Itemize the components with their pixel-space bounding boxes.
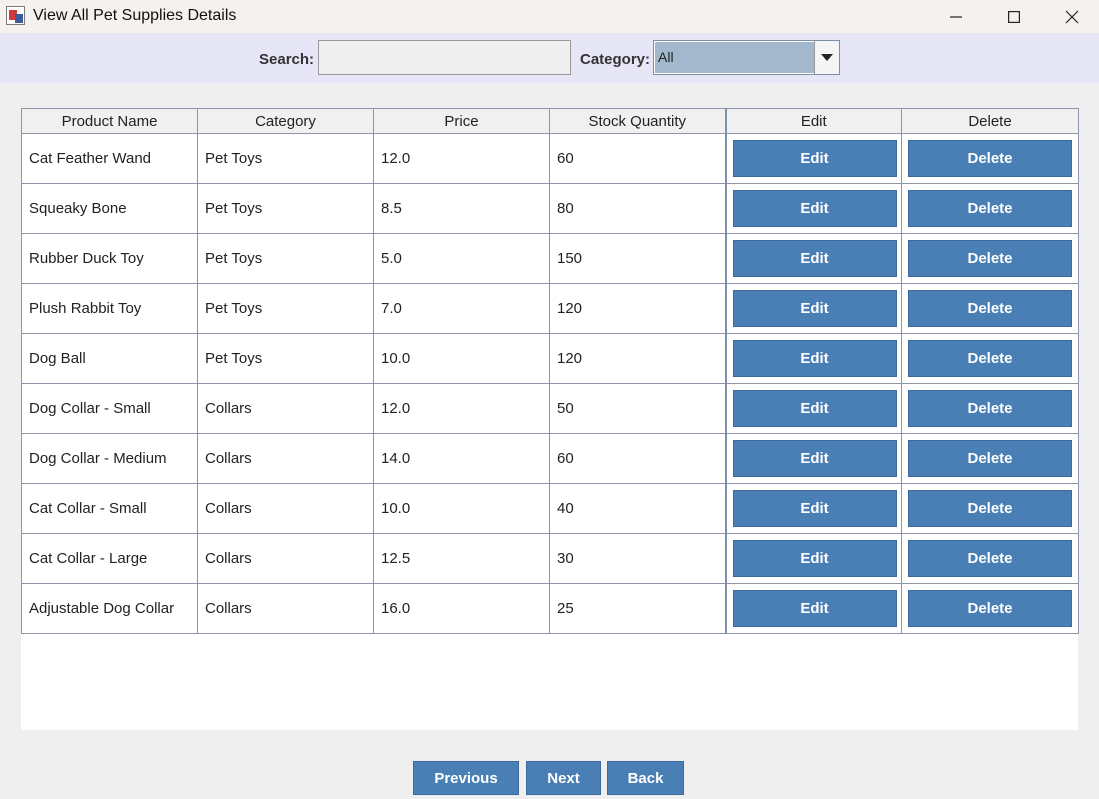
category-cell[interactable]: Collars: [197, 583, 374, 634]
delete-button[interactable]: Delete: [908, 290, 1072, 327]
edit-button[interactable]: Edit: [732, 340, 897, 377]
table-row[interactable]: Cat Collar - Small Collars 10.0 40 Edit …: [21, 483, 1079, 534]
stock-cell[interactable]: 25: [549, 583, 727, 634]
stock-cell[interactable]: 50: [549, 383, 727, 434]
product-name-cell[interactable]: Dog Ball: [21, 333, 198, 384]
delete-button[interactable]: Delete: [908, 590, 1072, 627]
maximize-icon: [1008, 10, 1020, 23]
title-bar: View All Pet Supplies Details: [0, 0, 1099, 33]
column-header-category[interactable]: Category: [197, 108, 374, 134]
stock-cell[interactable]: 40: [549, 483, 727, 534]
close-icon: [1065, 10, 1079, 23]
stock-cell[interactable]: 60: [549, 433, 727, 484]
category-cell[interactable]: Pet Toys: [197, 183, 374, 234]
table-row[interactable]: Dog Ball Pet Toys 10.0 120 Edit Delete: [21, 333, 1079, 384]
search-input[interactable]: [318, 40, 571, 75]
price-cell[interactable]: 10.0: [373, 333, 550, 384]
minimize-button[interactable]: [927, 0, 985, 33]
stock-cell[interactable]: 30: [549, 533, 727, 584]
table-row[interactable]: Cat Feather Wand Pet Toys 12.0 60 Edit D…: [21, 133, 1079, 184]
product-name-cell[interactable]: Rubber Duck Toy: [21, 233, 198, 284]
product-name-cell[interactable]: Plush Rabbit Toy: [21, 283, 198, 334]
table-row[interactable]: Cat Collar - Large Collars 12.5 30 Edit …: [21, 533, 1079, 584]
category-cell[interactable]: Pet Toys: [197, 133, 374, 184]
category-label: Category:: [580, 51, 651, 68]
table-row[interactable]: Rubber Duck Toy Pet Toys 5.0 150 Edit De…: [21, 233, 1079, 284]
minimize-icon: [950, 15, 962, 18]
edit-button[interactable]: Edit: [732, 290, 897, 327]
product-name-cell[interactable]: Cat Feather Wand: [21, 133, 198, 184]
stock-cell[interactable]: 120: [549, 283, 727, 334]
price-cell[interactable]: 12.0: [373, 383, 550, 434]
window-title: View All Pet Supplies Details: [33, 7, 237, 24]
table-row[interactable]: Dog Collar - Small Collars 12.0 50 Edit …: [21, 383, 1079, 434]
previous-button[interactable]: Previous: [413, 761, 519, 795]
delete-button[interactable]: Delete: [908, 390, 1072, 427]
close-button[interactable]: [1043, 0, 1099, 33]
product-name-cell[interactable]: Dog Collar - Small: [21, 383, 198, 434]
price-cell[interactable]: 8.5: [373, 183, 550, 234]
table-row[interactable]: Plush Rabbit Toy Pet Toys 7.0 120 Edit D…: [21, 283, 1079, 334]
stock-cell[interactable]: 120: [549, 333, 727, 384]
edit-button[interactable]: Edit: [732, 190, 897, 227]
price-cell[interactable]: 12.0: [373, 133, 550, 184]
product-name-cell[interactable]: Cat Collar - Small: [21, 483, 198, 534]
product-name-cell[interactable]: Dog Collar - Medium: [21, 433, 198, 484]
category-cell[interactable]: Collars: [197, 433, 374, 484]
app-icon: [6, 6, 25, 25]
delete-button[interactable]: Delete: [908, 440, 1072, 477]
category-cell[interactable]: Pet Toys: [197, 233, 374, 284]
category-select[interactable]: All: [653, 40, 840, 75]
search-toolbar: Search: Category: All: [0, 33, 1099, 83]
price-cell[interactable]: 5.0: [373, 233, 550, 284]
category-cell[interactable]: Pet Toys: [197, 283, 374, 334]
edit-button[interactable]: Edit: [732, 240, 897, 277]
stock-cell[interactable]: 80: [549, 183, 727, 234]
delete-button[interactable]: Delete: [908, 490, 1072, 527]
category-cell[interactable]: Collars: [197, 483, 374, 534]
category-select-value: All: [655, 42, 815, 73]
edit-button[interactable]: Edit: [732, 490, 897, 527]
delete-button[interactable]: Delete: [908, 540, 1072, 577]
table-row[interactable]: Adjustable Dog Collar Collars 16.0 25 Ed…: [21, 583, 1079, 634]
delete-button[interactable]: Delete: [908, 240, 1072, 277]
column-header-stock-quantity[interactable]: Stock Quantity: [549, 108, 727, 134]
stock-cell[interactable]: 150: [549, 233, 727, 284]
delete-button[interactable]: Delete: [908, 140, 1072, 177]
product-name-cell[interactable]: Cat Collar - Large: [21, 533, 198, 584]
delete-button[interactable]: Delete: [908, 340, 1072, 377]
category-cell[interactable]: Collars: [197, 383, 374, 434]
price-cell[interactable]: 12.5: [373, 533, 550, 584]
stock-cell[interactable]: 60: [549, 133, 727, 184]
edit-button[interactable]: Edit: [732, 390, 897, 427]
edit-button[interactable]: Edit: [732, 140, 897, 177]
edit-button[interactable]: Edit: [732, 590, 897, 627]
table-header-row: Product Name Category Price Stock Quanti…: [21, 108, 1079, 134]
edit-button[interactable]: Edit: [732, 440, 897, 477]
search-label: Search:: [259, 51, 315, 68]
edit-button[interactable]: Edit: [732, 540, 897, 577]
price-cell[interactable]: 10.0: [373, 483, 550, 534]
back-button[interactable]: Back: [607, 761, 684, 795]
category-cell[interactable]: Collars: [197, 533, 374, 584]
table-panel: Product Name Category Price Stock Quanti…: [21, 108, 1079, 730]
price-cell[interactable]: 14.0: [373, 433, 550, 484]
price-cell[interactable]: 7.0: [373, 283, 550, 334]
chevron-down-icon: [821, 54, 833, 61]
price-cell[interactable]: 16.0: [373, 583, 550, 634]
column-header-delete[interactable]: Delete: [901, 108, 1079, 134]
product-name-cell[interactable]: Squeaky Bone: [21, 183, 198, 234]
supplies-table: Product Name Category Price Stock Quanti…: [21, 108, 1079, 634]
column-header-product-name[interactable]: Product Name: [21, 108, 198, 134]
column-header-price[interactable]: Price: [373, 108, 550, 134]
column-header-edit[interactable]: Edit: [725, 108, 902, 134]
maximize-button[interactable]: [985, 0, 1043, 33]
next-button[interactable]: Next: [526, 761, 601, 795]
table-row[interactable]: Dog Collar - Medium Collars 14.0 60 Edit…: [21, 433, 1079, 484]
table-row[interactable]: Squeaky Bone Pet Toys 8.5 80 Edit Delete: [21, 183, 1079, 234]
category-cell[interactable]: Pet Toys: [197, 333, 374, 384]
delete-button[interactable]: Delete: [908, 190, 1072, 227]
dropdown-button[interactable]: [814, 41, 839, 74]
product-name-cell[interactable]: Adjustable Dog Collar: [21, 583, 198, 634]
